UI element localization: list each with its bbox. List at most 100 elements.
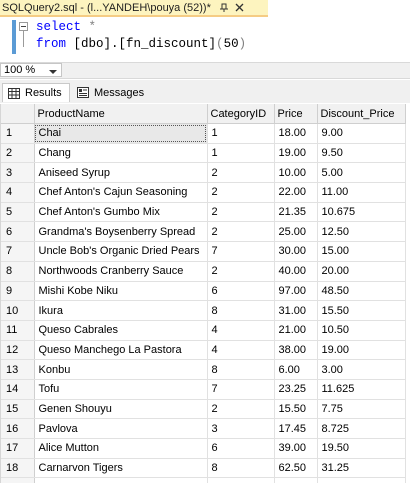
tab-messages[interactable]: Messages	[72, 83, 150, 102]
table-row[interactable]: 19Teatime Chocolate Biscuits39.204.60	[1, 477, 406, 483]
cell-productname[interactable]: Grandma's Boysenberry Spread	[34, 221, 208, 243]
table-row[interactable]: 5 Chef Anton's Gumbo Mix 2 21.35 10.675	[1, 202, 406, 223]
cell-discount-price[interactable]: 11.00	[317, 182, 406, 203]
cell-categoryid[interactable]: 7	[207, 379, 275, 400]
row-number[interactable]: 12	[1, 340, 35, 361]
tab-results[interactable]: Results	[2, 83, 70, 102]
cell-productname[interactable]: Tofu	[34, 379, 208, 400]
cell-discount-price[interactable]: 8.725	[317, 418, 406, 439]
cell-price[interactable]: 30.00	[274, 241, 318, 262]
cell-price[interactable]: 22.00	[274, 182, 318, 203]
cell-productname[interactable]: Queso Cabrales	[34, 320, 208, 341]
cell-categoryid[interactable]: 4	[207, 320, 275, 341]
cell-discount-price[interactable]: 31.25	[317, 458, 406, 479]
cell-categoryid[interactable]: 2	[207, 399, 275, 420]
cell-discount-price[interactable]: 20.00	[317, 261, 406, 282]
cell-productname[interactable]: Uncle Bob's Organic Dried Pears	[34, 241, 208, 262]
cell-discount-price[interactable]: 9.00	[317, 123, 406, 144]
cell-productname[interactable]: Aniseed Syrup	[34, 162, 208, 184]
cell-price[interactable]: 40.00	[274, 261, 318, 282]
cell-categoryid[interactable]: 3	[207, 477, 275, 483]
cell-price[interactable]: 25.00	[274, 221, 318, 243]
table-row[interactable]: 3 Aniseed Syrup 2 10.00 5.00	[1, 162, 406, 184]
cell-productname[interactable]: Ikura	[34, 300, 208, 321]
cell-productname[interactable]: Konbu	[34, 359, 208, 380]
cell-discount-price[interactable]: 19.00	[317, 340, 406, 361]
column-header-categoryid[interactable]: CategoryID	[207, 104, 275, 124]
row-number[interactable]: 2	[1, 143, 35, 164]
column-header-productname[interactable]: ProductName	[34, 104, 208, 124]
cell-price[interactable]: 23.25	[274, 379, 318, 400]
table-row[interactable]: 8 Northwoods Cranberry Sauce 2 40.00 20.00	[1, 261, 406, 282]
cell-discount-price[interactable]: 9.50	[317, 143, 406, 164]
cell-price[interactable]: 21.00	[274, 320, 318, 341]
query-editor[interactable]: select * from [dbo].[fn_discount](50)	[0, 17, 410, 61]
cell-categoryid[interactable]: 2	[207, 202, 275, 223]
table-row[interactable]: 1 Chai 1 18.00 9.00	[1, 123, 406, 144]
table-row[interactable]: 6 Grandma's Boysenberry Spread 2 25.00 12.50	[1, 221, 406, 243]
cell-productname[interactable]: Chang	[34, 143, 208, 164]
table-row[interactable]: 13 Konbu 8 6.00 3.00	[1, 359, 406, 380]
row-number[interactable]: 18	[1, 458, 35, 479]
cell-discount-price[interactable]: 12.50	[317, 221, 406, 243]
cell-price[interactable]: 38.00	[274, 340, 318, 361]
cell-price[interactable]: 17.45	[274, 418, 318, 439]
cell-categoryid[interactable]: 2	[207, 221, 275, 243]
row-number[interactable]: 11	[1, 320, 35, 341]
cell-price[interactable]: 10.00	[274, 162, 318, 184]
cell-price[interactable]: 21.35	[274, 202, 318, 223]
cell-discount-price[interactable]: 15.50	[317, 300, 406, 321]
cell-categoryid[interactable]: 8	[207, 458, 275, 479]
cell-productname[interactable]: Genen Shouyu	[34, 399, 208, 420]
cell-categoryid[interactable]: 1	[207, 143, 275, 164]
row-number[interactable]: 7	[1, 241, 35, 262]
cell-categoryid[interactable]: 7	[207, 241, 275, 262]
column-header-discount-price[interactable]: Discount_Price	[317, 104, 406, 124]
table-row[interactable]: 9 Mishi Kobe Niku 6 97.00 48.50	[1, 281, 406, 302]
cell-price[interactable]: 9.20	[274, 477, 318, 483]
cell-discount-price[interactable]: 3.00	[317, 359, 406, 380]
table-row[interactable]: 10 Ikura 8 31.00 15.50	[1, 300, 406, 321]
pin-icon[interactable]	[219, 3, 229, 13]
cell-price[interactable]: 39.00	[274, 438, 318, 459]
cell-price[interactable]: 62.50	[274, 458, 318, 479]
corner-header[interactable]	[1, 104, 35, 124]
cell-categoryid[interactable]: 2	[207, 162, 275, 184]
row-number[interactable]: 3	[1, 162, 35, 184]
table-row[interactable]: 11 Queso Cabrales 4 21.00 10.50	[1, 320, 406, 341]
cell-discount-price[interactable]: 19.50	[317, 438, 406, 459]
cell-discount-price[interactable]: 48.50	[317, 281, 406, 302]
code-line-1[interactable]: select *	[36, 20, 96, 34]
cell-productname[interactable]: Pavlova	[34, 418, 208, 439]
cell-price[interactable]: 15.50	[274, 399, 318, 420]
row-number[interactable]: 16	[1, 418, 35, 439]
table-row[interactable]: 17 Alice Mutton 6 39.00 19.50	[1, 438, 406, 459]
table-row[interactable]: 2 Chang 1 19.00 9.50	[1, 143, 406, 164]
row-number[interactable]: 5	[1, 202, 35, 223]
horizontal-scrollbar[interactable]	[64, 66, 410, 74]
cell-categoryid[interactable]: 6	[207, 438, 275, 459]
cell-discount-price[interactable]: 11.625	[317, 379, 406, 400]
cell-productname[interactable]: Alice Mutton	[34, 438, 208, 459]
column-header-price[interactable]: Price	[274, 104, 318, 124]
collapse-icon[interactable]	[19, 22, 28, 31]
cell-categoryid[interactable]: 6	[207, 281, 275, 302]
cell-categoryid[interactable]: 8	[207, 300, 275, 321]
cell-price[interactable]: 6.00	[274, 359, 318, 380]
row-number[interactable]: 8	[1, 261, 35, 282]
cell-discount-price[interactable]: 15.00	[317, 241, 406, 262]
cell-productname[interactable]: Northwoods Cranberry Sauce	[34, 261, 208, 282]
cell-categoryid[interactable]: 8	[207, 359, 275, 380]
cell-productname[interactable]: Queso Manchego La Pastora	[34, 340, 208, 361]
cell-productname[interactable]: Chef Anton's Gumbo Mix	[34, 202, 208, 223]
cell-categoryid[interactable]: 1	[207, 123, 275, 144]
results-grid[interactable]: ProductName CategoryID Price Discount_Pr…	[0, 104, 409, 483]
cell-productname[interactable]: Carnarvon Tigers	[34, 458, 208, 479]
document-tab[interactable]: SQLQuery2.sql - (l...YANDEH\pouya (52))*	[0, 0, 268, 17]
cell-categoryid[interactable]: 2	[207, 261, 275, 282]
table-row[interactable]: 4 Chef Anton's Cajun Seasoning 2 22.00 11.00	[1, 182, 406, 203]
chevron-down-icon[interactable]	[49, 67, 57, 75]
table-row[interactable]: 18 Carnarvon Tigers 8 62.50 31.25	[1, 458, 406, 479]
row-number[interactable]: 13	[1, 359, 35, 380]
row-number[interactable]: 15	[1, 399, 35, 420]
